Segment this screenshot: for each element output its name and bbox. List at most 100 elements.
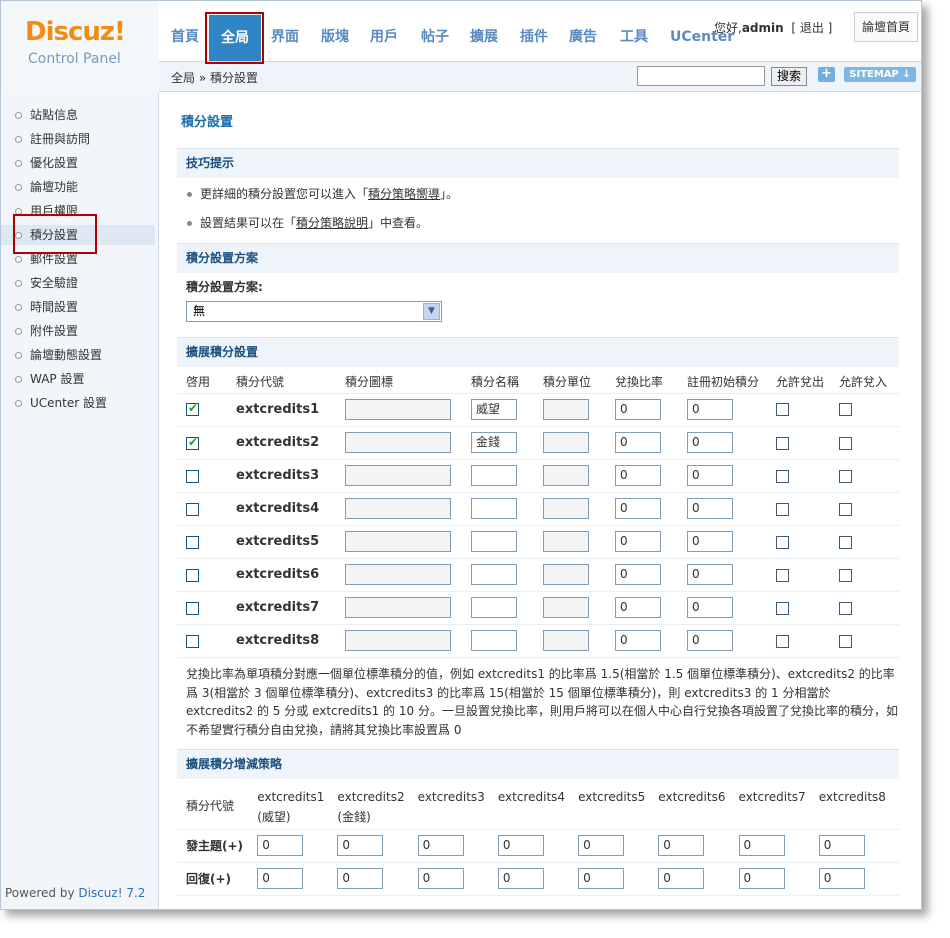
allow-in-checkbox[interactable] (839, 634, 852, 648)
sidebar-item-security[interactable]: 安全驗證 (15, 273, 78, 293)
policy-value-input[interactable]: 0 (257, 868, 304, 889)
policy-value-input[interactable]: 0 (337, 868, 384, 889)
allow-out-checkbox[interactable] (776, 535, 789, 549)
tab-forums[interactable]: 版塊 (317, 23, 353, 55)
policy-value-input[interactable]: 0 (497, 868, 544, 889)
tab-ads[interactable]: 廣告 (565, 23, 601, 55)
allow-out-checkbox[interactable] (776, 469, 789, 483)
credit-icon-input[interactable] (345, 564, 451, 585)
allow-in-checkbox[interactable] (839, 436, 852, 450)
tab-plugins[interactable]: 插件 (516, 23, 552, 55)
credit-init-input[interactable]: 0 (687, 498, 733, 519)
powered-brand[interactable]: Discuz! 7.2 (78, 886, 145, 900)
tab-extensions[interactable]: 擴展 (466, 23, 502, 55)
policy-value-input[interactable]: 0 (738, 835, 785, 856)
credit-name-input[interactable]: 威望 (471, 398, 517, 420)
credit-name-input[interactable] (471, 465, 517, 486)
credit-wizard-link[interactable]: 積分策略嚮導 (368, 187, 440, 201)
credit-unit-input[interactable] (543, 630, 589, 651)
credit-name-input[interactable] (471, 630, 517, 651)
credit-init-input[interactable]: 0 (687, 564, 733, 585)
policy-value-input[interactable]: 0 (658, 835, 705, 856)
credit-ratio-input[interactable]: 0 (615, 531, 661, 552)
enable-checkbox[interactable] (186, 435, 199, 450)
credit-ratio-input[interactable]: 0 (615, 465, 661, 486)
tab-users[interactable]: 用戶 (366, 23, 402, 55)
allow-in-checkbox[interactable] (839, 502, 852, 516)
policy-value-input[interactable]: 0 (257, 835, 304, 856)
credit-unit-input[interactable] (543, 398, 589, 420)
allow-out-checkbox[interactable] (776, 436, 789, 450)
allow-in-checkbox[interactable] (839, 601, 852, 615)
credit-init-input[interactable]: 0 (687, 597, 733, 618)
credit-unit-input[interactable] (543, 531, 589, 552)
logout-link[interactable]: [ 退出 ] (791, 21, 832, 35)
credit-icon-input[interactable] (345, 630, 451, 651)
allow-in-checkbox[interactable] (839, 469, 852, 483)
allow-out-checkbox[interactable] (776, 568, 789, 582)
credit-unit-input[interactable] (543, 564, 589, 585)
sitemap-button[interactable]: SITEMAP ↓ (844, 67, 916, 82)
credit-policy-link[interactable]: 積分策略說明 (296, 216, 368, 230)
policy-value-input[interactable]: 0 (578, 868, 625, 889)
credit-icon-input[interactable] (345, 432, 451, 453)
credit-name-input[interactable] (471, 498, 517, 519)
credit-init-input[interactable]: 0 (687, 432, 733, 453)
credit-icon-input[interactable] (345, 398, 451, 420)
credit-name-input[interactable] (471, 531, 517, 552)
enable-checkbox[interactable] (186, 568, 199, 582)
enable-checkbox[interactable] (186, 469, 199, 483)
tab-home[interactable]: 首頁 (167, 23, 203, 55)
credit-ratio-input[interactable]: 0 (615, 564, 661, 585)
allow-out-checkbox[interactable] (776, 502, 789, 516)
sidebar-item-ucenter[interactable]: UCenter 設置 (15, 393, 107, 413)
sidebar-item-feed[interactable]: 論壇動態設置 (15, 345, 102, 365)
credit-icon-input[interactable] (345, 531, 451, 552)
tab-interface[interactable]: 界面 (267, 23, 303, 55)
sidebar-item-attachments[interactable]: 附件設置 (15, 321, 78, 341)
policy-value-input[interactable]: 0 (417, 835, 464, 856)
policy-value-input[interactable]: 0 (578, 835, 625, 856)
tab-tools[interactable]: 工具 (616, 23, 652, 55)
allow-in-checkbox[interactable] (839, 568, 852, 582)
forum-home-button[interactable]: 論壇首頁 (854, 12, 918, 42)
sidebar-item-site-info[interactable]: 站點信息 (15, 105, 78, 125)
sidebar-item-time[interactable]: 時間設置 (15, 297, 78, 317)
policy-value-input[interactable]: 0 (497, 835, 544, 856)
policy-value-input[interactable]: 0 (818, 835, 865, 856)
allow-in-checkbox[interactable] (839, 403, 852, 417)
credit-name-input[interactable] (471, 597, 517, 618)
credit-unit-input[interactable] (543, 597, 589, 618)
credit-ratio-input[interactable]: 0 (615, 597, 661, 618)
credit-unit-input[interactable] (543, 498, 589, 519)
sidebar-item-register[interactable]: 註冊與訪問 (15, 129, 90, 149)
credit-init-input[interactable]: 0 (687, 630, 733, 651)
policy-value-input[interactable]: 0 (337, 835, 384, 856)
sidebar-item-optimize[interactable]: 優化設置 (15, 153, 78, 173)
policy-value-input[interactable]: 0 (417, 868, 464, 889)
enable-checkbox[interactable] (186, 601, 199, 615)
policy-value-input[interactable]: 0 (738, 868, 785, 889)
allow-out-checkbox[interactable] (776, 634, 789, 648)
credit-init-input[interactable]: 0 (687, 531, 733, 552)
enable-checkbox[interactable] (186, 535, 199, 549)
search-input[interactable] (637, 66, 765, 86)
policy-value-input[interactable]: 0 (818, 868, 865, 889)
tab-posts[interactable]: 帖子 (417, 23, 453, 55)
enable-checkbox[interactable] (186, 502, 199, 516)
search-button[interactable]: 搜索 (771, 67, 807, 86)
allow-in-checkbox[interactable] (839, 535, 852, 549)
credit-name-input[interactable]: 金錢 (471, 432, 517, 453)
credit-unit-input[interactable] (543, 465, 589, 486)
sidebar-item-forum-features[interactable]: 論壇功能 (15, 177, 78, 197)
allow-out-checkbox[interactable] (776, 403, 789, 417)
credit-name-input[interactable] (471, 564, 517, 585)
enable-checkbox[interactable] (186, 634, 199, 648)
credit-icon-input[interactable] (345, 597, 451, 618)
credit-ratio-input[interactable]: 0 (615, 498, 661, 519)
credit-ratio-input[interactable]: 0 (615, 398, 661, 420)
sidebar-item-wap[interactable]: WAP 設置 (15, 369, 84, 389)
credit-icon-input[interactable] (345, 498, 451, 519)
allow-out-checkbox[interactable] (776, 601, 789, 615)
credit-init-input[interactable]: 0 (687, 398, 733, 420)
